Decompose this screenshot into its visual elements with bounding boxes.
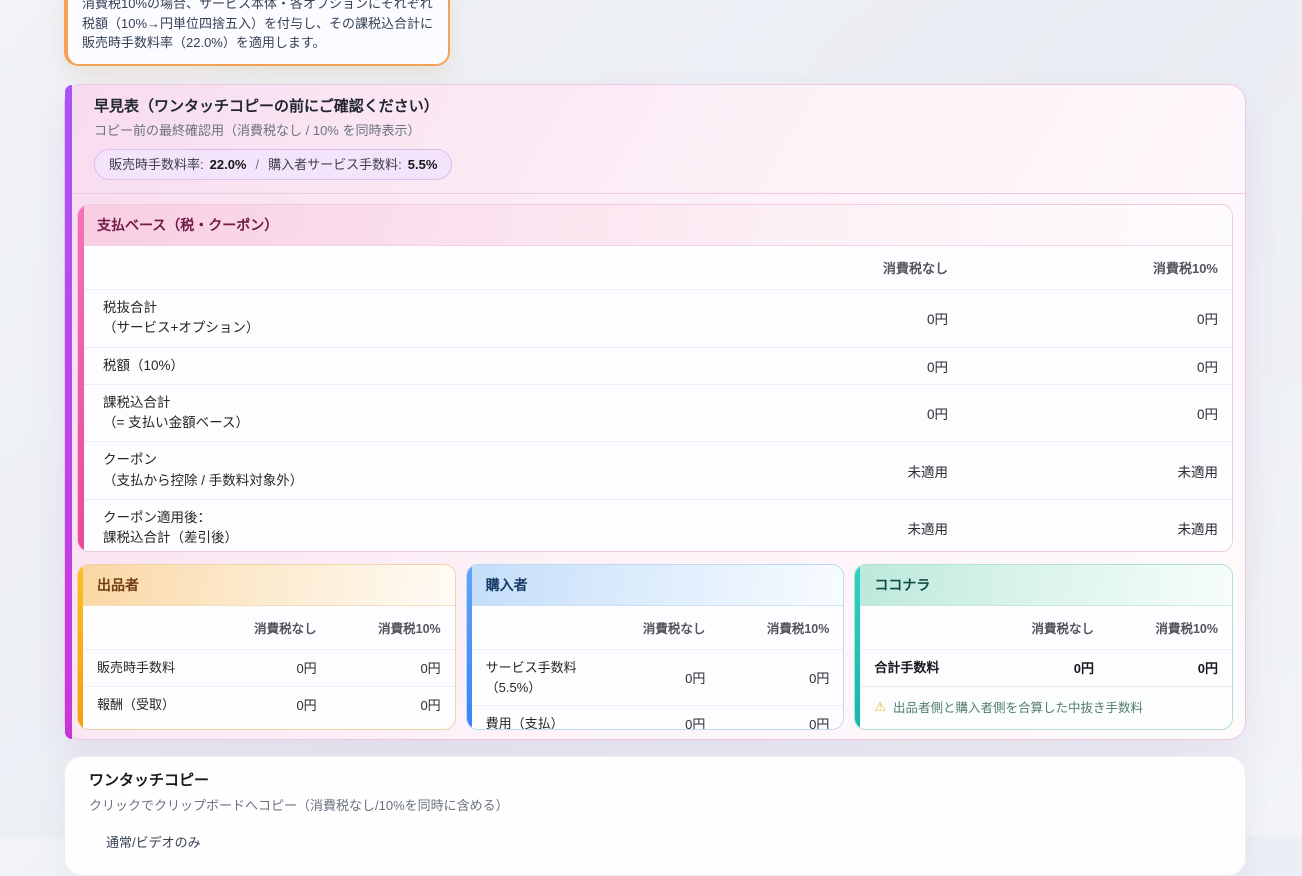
buyer-fee-rate-value: 5.5% (408, 156, 438, 173)
cell-tax10: 0円 (948, 308, 1218, 328)
cell-tax10: 未適用 (948, 518, 1218, 538)
row-label-line1: クーポン (103, 450, 678, 470)
row-label: 課税込合計 （= 支払い金額ベース） (103, 393, 678, 434)
row-label-line1: クーポン適用後： (103, 508, 678, 528)
party-cards-row: 出品者 消費税なし 消費税10% 販売時手数料 0円 0円 報酬（受取） 0円 … (77, 564, 1233, 730)
coconala-card-title: ココナラ (855, 565, 1232, 606)
cell-tax10: 0円 (705, 668, 829, 687)
page-subtitle: コピー前の最終確認用（消費税なし / 10% を同時表示） (94, 122, 1223, 140)
coconala-footnote: ⚠ 出品者側と購入者側を合算した中抜き手数料 (860, 686, 1232, 726)
total-fee-row: 合計手数料 0円 0円 (860, 649, 1232, 686)
quick-reference-body: 支払ベース（税・クーポン） 消費税なし 消費税10% 税抜合計 （サービス+オプ… (72, 194, 1245, 744)
orange-accent-bar (78, 565, 83, 729)
cell-no-tax: 未適用 (678, 518, 948, 538)
page-title: 早見表（ワンタッチコピーの前にご確認ください） (94, 97, 1223, 117)
payment-base-title: 支払ベース（税・クーポン） (78, 205, 1232, 246)
cell-tax10: 0円 (317, 695, 441, 714)
cell-tax10: 0円 (948, 356, 1218, 376)
table-row: 販売時手数料 0円 0円 (83, 649, 455, 686)
row-label-line2: 課税込合計（差引後） (103, 528, 678, 548)
seller-fee-rate-value: 22.0% (210, 156, 247, 173)
row-label: クーポン適用後： 課税込合計（差引後） (103, 508, 678, 549)
column-tax10: 消費税10% (317, 618, 441, 637)
row-label: 報酬（受取） (97, 695, 199, 715)
table-row: 報酬（受取） 0円 0円 (83, 686, 455, 723)
warning-icon: ⚠ (874, 700, 886, 713)
row-label: 合計手数料 (874, 658, 976, 678)
blue-accent-bar (467, 565, 472, 729)
row-label-line2: （サービス+オプション） (103, 318, 678, 338)
column-no-tax: 消費税なし (199, 618, 317, 637)
seller-card: 出品者 消費税なし 消費税10% 販売時手数料 0円 0円 報酬（受取） 0円 … (77, 564, 456, 730)
column-tax10: 消費税10% (1094, 618, 1218, 637)
copy-section-title: ワンタッチコピー (89, 771, 1221, 791)
payment-base-card: 支払ベース（税・クーポン） 消費税なし 消費税10% 税抜合計 （サービス+オプ… (77, 204, 1233, 552)
column-no-tax: 消費税なし (976, 618, 1094, 637)
cell-no-tax: 未適用 (678, 461, 948, 481)
buyer-table-header: 消費税なし 消費税10% (472, 606, 844, 649)
purple-accent-bar (65, 85, 72, 739)
quick-reference-card: 早見表（ワンタッチコピーの前にご確認ください） コピー前の最終確認用（消費税なし… (64, 84, 1246, 740)
row-label-line2: （支払から控除 / 手数料対象外） (103, 471, 678, 491)
cell-no-tax: 0円 (199, 695, 317, 714)
row-label: 税額（10%） (103, 356, 678, 376)
fee-rate-badge: 販売時手数料率: 22.0% / 購入者サービス手数料: 5.5% (94, 149, 452, 180)
badge-separator: / (253, 156, 263, 173)
cell-no-tax: 0円 (587, 668, 705, 687)
cell-no-tax: 0円 (678, 403, 948, 423)
cell-tax10: 未適用 (948, 461, 1218, 481)
cell-no-tax: 0円 (678, 356, 948, 376)
table-row: 課税込合計 （= 支払い金額ベース） 0円 0円 (84, 384, 1232, 442)
cell-tax10: 0円 (317, 658, 441, 677)
row-label: クーポン （支払から控除 / 手数料対象外） (103, 450, 678, 491)
teal-accent-bar (855, 565, 860, 729)
cell-no-tax: 0円 (678, 308, 948, 328)
column-no-tax: 消費税なし (678, 258, 948, 277)
tax-note-text: 消費税10%の場合、サービス本体・各オプションにそれぞれ税額（10%→円単位四捨… (82, 0, 434, 53)
column-tax10: 消費税10% (705, 618, 829, 637)
table-row: サービス手数料（5.5%） 0円 0円 (472, 649, 844, 705)
table-row: クーポン適用後： 課税込合計（差引後） 未適用 未適用 (84, 499, 1232, 552)
tax-note-card: 消費税10%の場合、サービス本体・各オプションにそれぞれ税額（10%→円単位四捨… (64, 0, 450, 66)
row-label-line2: （= 支払い金額ベース） (103, 413, 678, 433)
row-label: 販売時手数料 (97, 658, 199, 678)
payment-table-header: 消費税なし 消費税10% (84, 246, 1232, 289)
copy-section-subtitle: クリックでクリップボードへコピー（消費税なし/10%を同時に含める） (89, 797, 1221, 815)
cell-no-tax: 0円 (199, 658, 317, 677)
row-label: サービス手数料（5.5%） (486, 658, 588, 697)
column-tax10: 消費税10% (948, 258, 1218, 277)
table-row: 税抜合計 （サービス+オプション） 0円 0円 (84, 289, 1232, 347)
table-row: クーポン （支払から控除 / 手数料対象外） 未適用 未適用 (84, 441, 1232, 499)
row-label-line1: 税抜合計 (103, 298, 678, 318)
table-row: 税額（10%） 0円 0円 (84, 347, 1232, 384)
buyer-fee-rate-label: 購入者サービス手数料: (268, 156, 402, 173)
buyer-card-title: 購入者 (467, 565, 844, 606)
buyer-card: 購入者 消費税なし 消費税10% サービス手数料（5.5%） 0円 0円 費用（… (466, 564, 845, 730)
copy-group-label: 通常/ビデオのみ (106, 832, 1221, 851)
cell-tax10: 0円 (1094, 658, 1218, 677)
seller-fee-rate-label: 販売時手数料率: (109, 156, 204, 173)
pink-accent-bar (78, 205, 84, 551)
one-touch-copy-card: ワンタッチコピー クリックでクリップボードへコピー（消費税なし/10%を同時に含… (64, 756, 1246, 876)
row-label: 費用（支払） (486, 714, 588, 730)
row-label-line1: 課税込合計 (103, 393, 678, 413)
cell-no-tax: 0円 (587, 714, 705, 730)
cell-tax10: 0円 (705, 714, 829, 730)
coconala-card: ココナラ 消費税なし 消費税10% 合計手数料 0円 0円 ⚠ 出品者側と購入者… (854, 564, 1233, 730)
column-no-tax: 消費税なし (587, 618, 705, 637)
cell-no-tax: 0円 (976, 658, 1094, 677)
footnote-text: 出品者側と購入者側を合算した中抜き手数料 (893, 697, 1143, 716)
quick-reference-header: 早見表（ワンタッチコピーの前にご確認ください） コピー前の最終確認用（消費税なし… (72, 85, 1245, 194)
table-row: 費用（支払） 0円 0円 (472, 705, 844, 730)
seller-table-header: 消費税なし 消費税10% (83, 606, 455, 649)
row-label-line1: 税額（10%） (103, 356, 678, 376)
seller-card-title: 出品者 (78, 565, 455, 606)
coconala-table-header: 消費税なし 消費税10% (860, 606, 1232, 649)
cell-tax10: 0円 (948, 403, 1218, 423)
row-label: 税抜合計 （サービス+オプション） (103, 298, 678, 339)
